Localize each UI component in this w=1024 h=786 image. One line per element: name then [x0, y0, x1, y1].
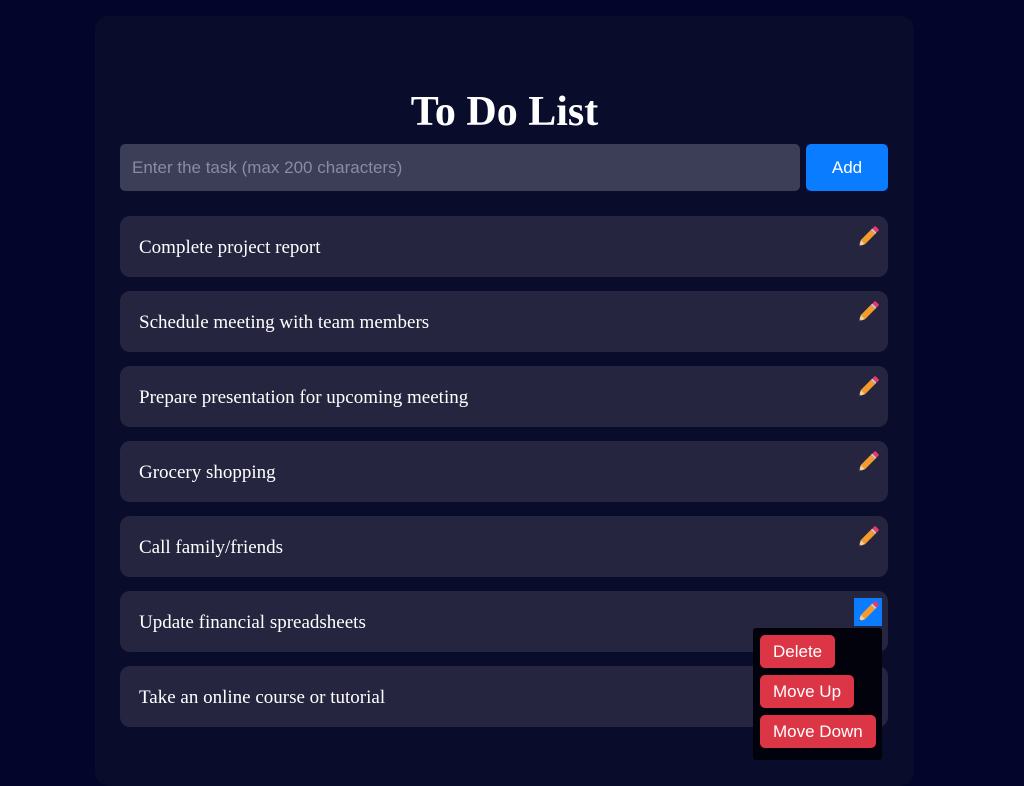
pencil-icon — [858, 601, 879, 622]
task-item: Grocery shopping — [120, 441, 888, 502]
move-down-button[interactable]: Move Down — [760, 715, 876, 748]
delete-task-button[interactable]: Delete — [760, 635, 836, 668]
task-text: Take an online course or tutorial — [139, 687, 386, 708]
task-text: Update financial spreadsheets — [139, 612, 366, 633]
move-up-button[interactable]: Move Up — [760, 675, 855, 708]
edit-task-button[interactable] — [854, 298, 882, 326]
edit-task-button[interactable] — [854, 523, 882, 551]
task-text: Call family/friends — [139, 537, 284, 558]
pencil-icon — [858, 376, 879, 397]
edit-task-button[interactable] — [854, 448, 882, 476]
pencil-icon — [858, 451, 879, 472]
task-item: Call family/friends — [120, 516, 888, 577]
add-task-button[interactable]: Add — [806, 144, 888, 191]
edit-task-button[interactable] — [854, 223, 882, 251]
task-item: Prepare presentation for upcoming meetin… — [120, 366, 888, 427]
pencil-icon — [858, 226, 879, 247]
pencil-icon — [858, 526, 879, 547]
task-text: Complete project report — [139, 237, 321, 258]
edit-task-button[interactable] — [854, 373, 882, 401]
task-actions-menu: Delete Move Up Move Down — [753, 628, 882, 760]
page-title: To Do List — [410, 89, 599, 135]
task-text: Grocery shopping — [139, 462, 276, 483]
task-item: Schedule meeting with team members — [120, 291, 888, 352]
task-text: Schedule meeting with team members — [139, 312, 430, 333]
pencil-icon — [858, 301, 879, 322]
task-input[interactable] — [120, 144, 800, 191]
task-item: Complete project report — [120, 216, 888, 277]
edit-task-button-active[interactable] — [854, 598, 882, 626]
task-text: Prepare presentation for upcoming meetin… — [139, 387, 469, 408]
